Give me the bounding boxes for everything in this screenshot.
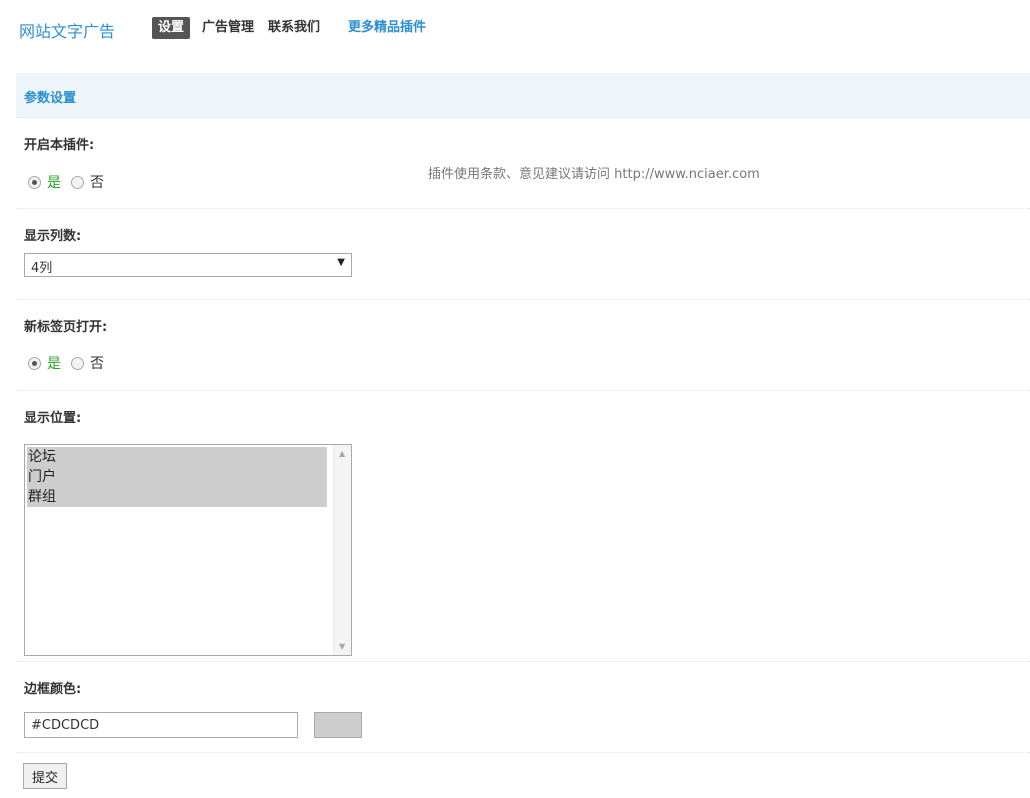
- position-options: 论坛 门户 群组: [27, 447, 327, 507]
- columns-select[interactable]: 4列 ▼: [24, 253, 352, 277]
- top-nav: 设置 广告管理 联系我们 更多精品插件: [152, 17, 440, 39]
- new-tab-radio-group: 是 否: [28, 353, 114, 373]
- nav-tab-settings[interactable]: 设置: [152, 17, 191, 39]
- new-tab-yes-radio[interactable]: [28, 356, 41, 370]
- section-title: 参数设置: [24, 91, 77, 106]
- scroll-up-icon[interactable]: ▲: [339, 449, 345, 458]
- new-tab-label: 新标签页打开:: [24, 320, 108, 335]
- setting-row-columns: 显示列数: 4列 ▼: [16, 209, 1030, 300]
- position-option-group[interactable]: 群组: [27, 487, 327, 507]
- position-multiselect[interactable]: 论坛 门户 群组 ▲ ▼: [24, 444, 352, 656]
- border-color-label: 边框颜色:: [24, 682, 82, 697]
- border-color-input[interactable]: [24, 712, 298, 738]
- enable-plugin-yes-radio[interactable]: [28, 175, 41, 189]
- submit-button[interactable]: 提交: [23, 763, 68, 789]
- columns-select-value: 4列: [31, 261, 53, 276]
- columns-label: 显示列数:: [24, 229, 82, 244]
- enable-plugin-radio-group: 是 否: [28, 172, 114, 192]
- plugin-title: 网站文字广告: [19, 22, 116, 41]
- border-color-swatch-button[interactable]: [314, 712, 362, 738]
- dropdown-arrow-icon: ▼: [337, 257, 345, 268]
- new-tab-no-label[interactable]: 否: [90, 353, 104, 373]
- position-option-portal[interactable]: 门户: [27, 467, 327, 487]
- setting-row-enable-plugin: 开启本插件: 是 否 插件使用条款、意见建议请访问 http://www.nci…: [16, 118, 1030, 209]
- new-tab-yes-label[interactable]: 是: [47, 353, 61, 373]
- nav-tab-contact-us[interactable]: 联系我们: [268, 17, 320, 39]
- plugin-terms-notice: 插件使用条款、意见建议请访问 http://www.nciaer.com: [428, 167, 760, 182]
- listbox-scrollbar[interactable]: ▲ ▼: [333, 445, 351, 655]
- top-bar: 网站文字广告 设置 广告管理 联系我们 更多精品插件: [0, 0, 1030, 58]
- new-tab-no-radio[interactable]: [71, 356, 84, 370]
- nav-tab-ad-management[interactable]: 广告管理: [202, 17, 254, 39]
- enable-plugin-no-radio[interactable]: [71, 175, 84, 189]
- enable-plugin-no-label[interactable]: 否: [90, 172, 104, 192]
- section-header: 参数设置: [16, 73, 1030, 118]
- enable-plugin-yes-label[interactable]: 是: [47, 172, 61, 192]
- position-label: 显示位置:: [24, 411, 82, 426]
- scroll-down-icon[interactable]: ▼: [339, 642, 345, 651]
- setting-row-new-tab: 新标签页打开: 是 否: [16, 300, 1030, 391]
- more-plugins-link[interactable]: 更多精品插件: [348, 17, 426, 39]
- setting-row-border-color: 边框颜色:: [16, 662, 1030, 753]
- enable-plugin-label: 开启本插件:: [24, 138, 95, 153]
- setting-row-position: 显示位置: 论坛 门户 群组 ▲ ▼: [16, 391, 1030, 662]
- position-option-forum[interactable]: 论坛: [27, 447, 327, 467]
